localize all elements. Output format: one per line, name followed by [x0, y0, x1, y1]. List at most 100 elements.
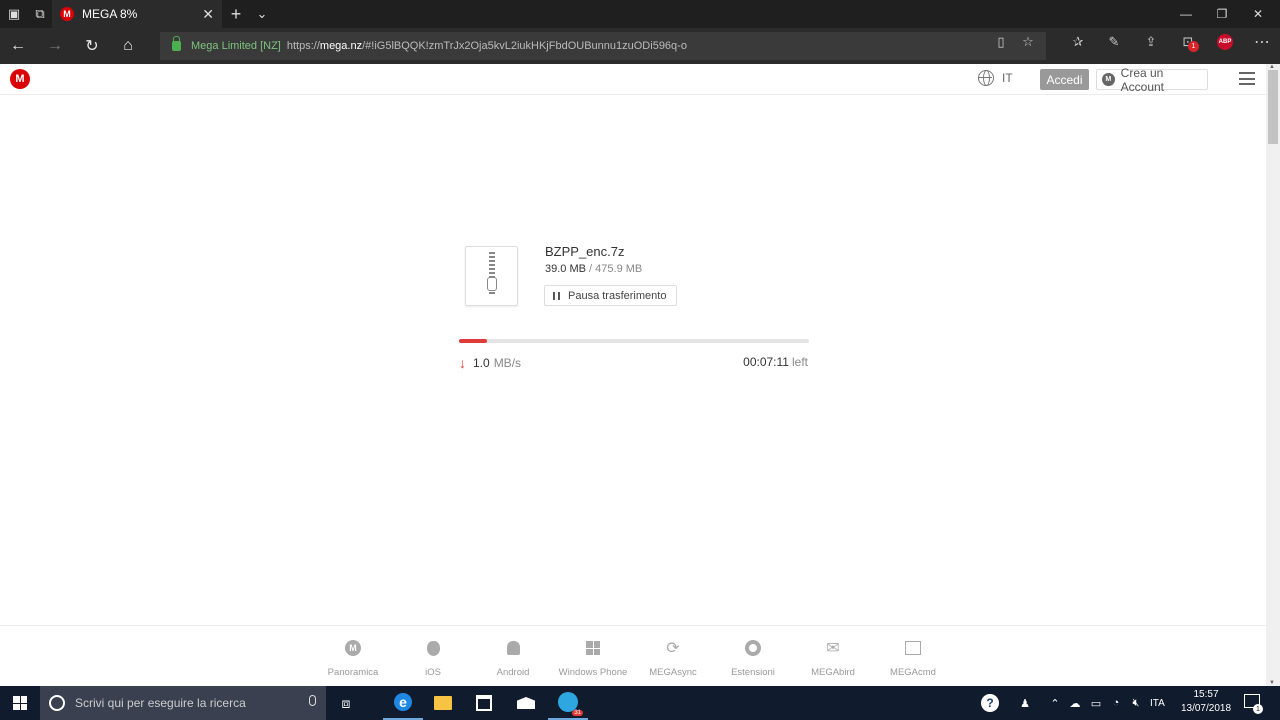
- footer-label: MEGAbird: [811, 667, 855, 678]
- footer-item-megacmd[interactable]: MEGAcmd: [868, 638, 958, 678]
- adblock-plus-icon[interactable]: ABP: [1211, 28, 1239, 56]
- close-tab-icon[interactable]: ✕: [202, 6, 214, 23]
- more-menu-icon[interactable]: ⋯: [1248, 28, 1276, 56]
- new-tab-icon[interactable]: +: [222, 0, 250, 28]
- pause-transfer-label: Pausa trasferimento: [568, 289, 667, 302]
- windows-logo-icon: [13, 696, 27, 710]
- footer-item-ios[interactable]: iOS: [388, 638, 478, 678]
- file-size: 39.0 MB / 475.9 MB: [545, 263, 642, 275]
- time-remaining: 00:07:11 left: [700, 355, 808, 369]
- download-arrow-icon: ↓: [459, 355, 466, 371]
- search-placeholder: Scrivi qui per eseguire la ricerca: [75, 696, 246, 710]
- browser-tab-bar: ▣ ⧉ M MEGA 8% ✕ + ⌄ — ❐ ✕: [0, 0, 1280, 28]
- task-view-icon[interactable]: ⧈: [326, 686, 366, 720]
- speed-unit: MB/s: [493, 356, 522, 370]
- time-remaining-suffix: left: [791, 355, 808, 369]
- show-hidden-icons-chevron-icon[interactable]: ⌃: [1045, 686, 1065, 720]
- total-size: 475.9 MB: [595, 263, 643, 275]
- volume-muted-icon[interactable]: 🔇︎: [1126, 686, 1146, 720]
- footer-label: Windows Phone: [558, 667, 628, 678]
- reading-view-icon[interactable]: ▯: [987, 28, 1015, 56]
- download-progress-fill: [459, 339, 487, 343]
- taskbar-search-box[interactable]: Scrivi qui per eseguire la ricerca: [40, 686, 326, 720]
- abp-label: ABP: [1217, 34, 1233, 50]
- favorites-hub-icon[interactable]: ✰: [1064, 28, 1092, 56]
- footer-item-android[interactable]: Android: [468, 638, 558, 678]
- language-selector[interactable]: IT: [978, 70, 1013, 86]
- telegram-icon: [558, 692, 583, 716]
- scroll-thumb[interactable]: [1268, 70, 1278, 144]
- refresh-icon[interactable]: ↻: [74, 28, 110, 64]
- apple-icon: [423, 638, 443, 658]
- clock-time: 15:57: [1193, 689, 1219, 700]
- tab-list-chevron-icon[interactable]: ⌄: [248, 0, 276, 28]
- browser-tab[interactable]: M MEGA 8% ✕: [52, 0, 222, 28]
- footer-item-estensioni[interactable]: Estensioni: [708, 638, 798, 678]
- close-window-button[interactable]: ✕: [1236, 0, 1280, 28]
- create-account-button[interactable]: M Crea un Account: [1096, 66, 1208, 94]
- footer-item-panoramica[interactable]: M Panoramica: [308, 638, 398, 678]
- mail-icon: ✉: [826, 640, 840, 657]
- footer-item-megasync[interactable]: ⟳ MEGAsync: [628, 638, 718, 678]
- pause-transfer-button[interactable]: Pausa trasferimento: [544, 285, 677, 306]
- footer-label: Panoramica: [327, 667, 379, 678]
- archive-file-icon: [465, 246, 518, 306]
- taskbar-edge[interactable]: e: [383, 686, 423, 720]
- microphone-icon[interactable]: [309, 695, 316, 706]
- notification-badge: 1: [1253, 704, 1263, 714]
- home-icon[interactable]: ⌂: [110, 28, 146, 64]
- web-note-pen-icon[interactable]: ✎: [1100, 28, 1128, 56]
- people-icon[interactable]: ♟: [1015, 686, 1035, 720]
- wifi-icon[interactable]: ◔: [1106, 686, 1126, 720]
- start-button[interactable]: [0, 686, 40, 720]
- lock-icon: [172, 36, 181, 51]
- mega-favicon-icon: M: [60, 7, 74, 21]
- taskbar-mail[interactable]: [506, 686, 546, 720]
- footer-item-megabird[interactable]: ✉ MEGAbird: [788, 638, 878, 678]
- cortana-icon: [49, 695, 65, 711]
- create-account-label: Crea un Account: [1120, 65, 1165, 94]
- folder-icon: [434, 696, 452, 710]
- apps-footer: M Panoramica iOS Android Windows Phone ⟳…: [0, 625, 1266, 686]
- back-arrow-icon[interactable]: ←: [0, 28, 36, 64]
- time-remaining-value: 00:07:11: [743, 355, 789, 369]
- language-code: IT: [1002, 71, 1013, 85]
- taskbar-telegram[interactable]: [548, 686, 588, 720]
- taskbar-store[interactable]: [464, 686, 504, 720]
- share-icon[interactable]: ⇪: [1137, 28, 1165, 56]
- input-language[interactable]: ITA: [1150, 686, 1165, 720]
- hamburger-menu-icon[interactable]: [1239, 72, 1255, 85]
- edge-icon: e: [394, 693, 412, 711]
- clock-date: 13/07/2018: [1180, 703, 1232, 714]
- mega-header: M IT Accedi M Crea un Account: [0, 64, 1266, 95]
- windows-taskbar: Scrivi qui per eseguire la ricerca ⧈ e ?…: [0, 686, 1280, 720]
- page-scrollbar[interactable]: ▲ ▼: [1266, 64, 1280, 686]
- set-aside-tabs-icon[interactable]: ⧉: [26, 0, 54, 28]
- mega-logo[interactable]: M: [10, 69, 30, 89]
- store-icon: [476, 695, 492, 711]
- downloaded-size: 39.0 MB: [545, 263, 586, 275]
- mega-mini-logo-icon: M: [1102, 73, 1115, 86]
- footer-label: Estensioni: [731, 667, 775, 678]
- taskbar-clock[interactable]: 15:57 13/07/2018: [1176, 688, 1236, 716]
- url-field[interactable]: Mega Limited [NZ] https://mega.nz/#!iG5l…: [160, 32, 1046, 60]
- site-identity: Mega Limited [NZ]: [191, 40, 281, 52]
- tab-preview-icon[interactable]: ▣: [0, 0, 28, 28]
- footer-label: MEGAcmd: [890, 667, 936, 678]
- address-bar-row: ← → ↻ ⌂ Mega Limited [NZ] https://mega.n…: [0, 28, 1280, 64]
- footer-item-windows-phone[interactable]: Windows Phone: [548, 638, 638, 678]
- forward-arrow-icon[interactable]: →: [37, 28, 73, 64]
- extension-icon[interactable]: ⊡ 1: [1174, 28, 1202, 56]
- taskbar-file-explorer[interactable]: [423, 686, 463, 720]
- footer-label: Android: [496, 667, 530, 678]
- login-button[interactable]: Accedi: [1040, 69, 1089, 90]
- onedrive-cloud-icon[interactable]: ☁: [1065, 686, 1085, 720]
- mail-icon: [517, 697, 535, 709]
- url-domain: mega.nz: [319, 40, 363, 52]
- terminal-icon: [903, 638, 923, 658]
- battery-icon[interactable]: ▭: [1086, 686, 1106, 720]
- mega-icon: M: [343, 638, 363, 658]
- favorite-star-icon[interactable]: ☆: [1014, 28, 1042, 56]
- pause-icon: [553, 291, 560, 300]
- help-tray-icon[interactable]: ?: [979, 686, 1001, 720]
